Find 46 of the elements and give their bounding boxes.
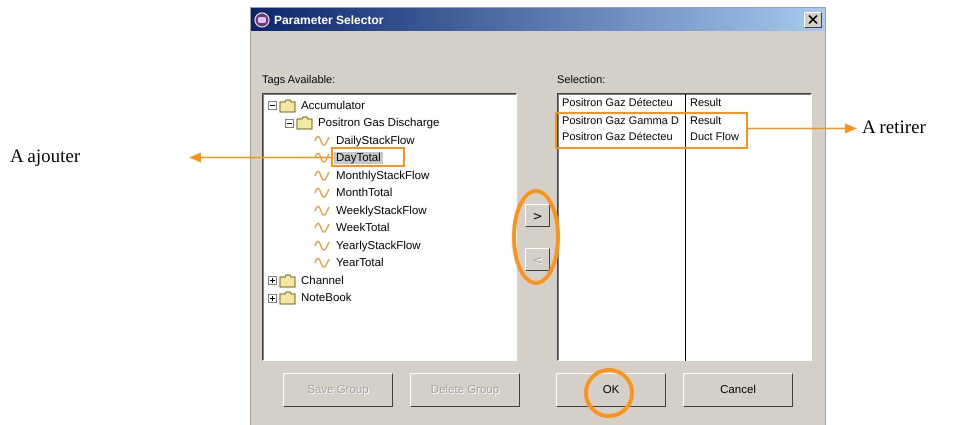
list-cell-text: Positron Gaz Détecteu [561, 96, 674, 111]
tree-item[interactable]: YearlyStackFlow [334, 240, 423, 252]
tree-item[interactable]: YearTotal [334, 257, 386, 270]
close-icon [808, 15, 818, 24]
annotation-label: A ajouter [10, 146, 80, 168]
folder-icon [279, 291, 296, 306]
move-button[interactable]: > [525, 204, 550, 227]
list-cell-text: Result [689, 114, 722, 129]
wave-icon [313, 204, 331, 218]
tree-item[interactable]: WeeklyStackFlow [334, 204, 429, 217]
window-title: Parameter Selector [274, 12, 384, 26]
tree-item[interactable]: MonthTotal [334, 187, 394, 200]
cancel-button[interactable]: Cancel [683, 373, 793, 407]
folder-icon [296, 116, 313, 130]
wave-icon [313, 134, 331, 148]
list-cell-text: Duct Flow [689, 130, 740, 145]
app-icon [254, 12, 270, 28]
tree-item[interactable]: Channel [299, 274, 346, 287]
tree-item[interactable]: WeekTotal [334, 222, 392, 234]
ok-button[interactable]: OK [556, 373, 666, 407]
wave-icon [313, 256, 331, 270]
wave-icon [313, 221, 331, 236]
annotation-label: A retirer [862, 117, 926, 139]
wave-icon [313, 238, 331, 253]
minus-box-icon[interactable] [285, 118, 294, 128]
wave-icon [313, 151, 331, 166]
highlight-circle [583, 367, 635, 419]
plus-box-icon[interactable] [268, 294, 277, 303]
folder-icon [279, 274, 296, 288]
tree-item[interactable]: Positron Gas Discharge [316, 117, 442, 130]
folder-icon [279, 98, 296, 113]
wave-icon [313, 186, 331, 200]
tree-item[interactable]: Accumulator [299, 100, 367, 112]
minus-box-icon[interactable] [268, 101, 277, 110]
tree-item[interactable]: DayTotal [334, 152, 383, 164]
list-cell-text: Result [689, 96, 722, 111]
tree-item[interactable]: DailyStackFlow [334, 134, 417, 147]
wave-icon [313, 168, 331, 183]
list-cell-text: Positron Gaz Gamma D [561, 114, 680, 129]
tree-item[interactable]: NoteBook [299, 292, 354, 304]
tree-item[interactable]: MonthlyStackFlow [334, 170, 432, 182]
selection-label: Selection: [557, 74, 606, 88]
tags-label: Tags Available: [262, 74, 336, 88]
plus-box-icon[interactable] [268, 276, 277, 286]
close-button[interactable] [804, 12, 822, 28]
list-cell-text: Positron Gaz Détecteu [561, 130, 674, 145]
